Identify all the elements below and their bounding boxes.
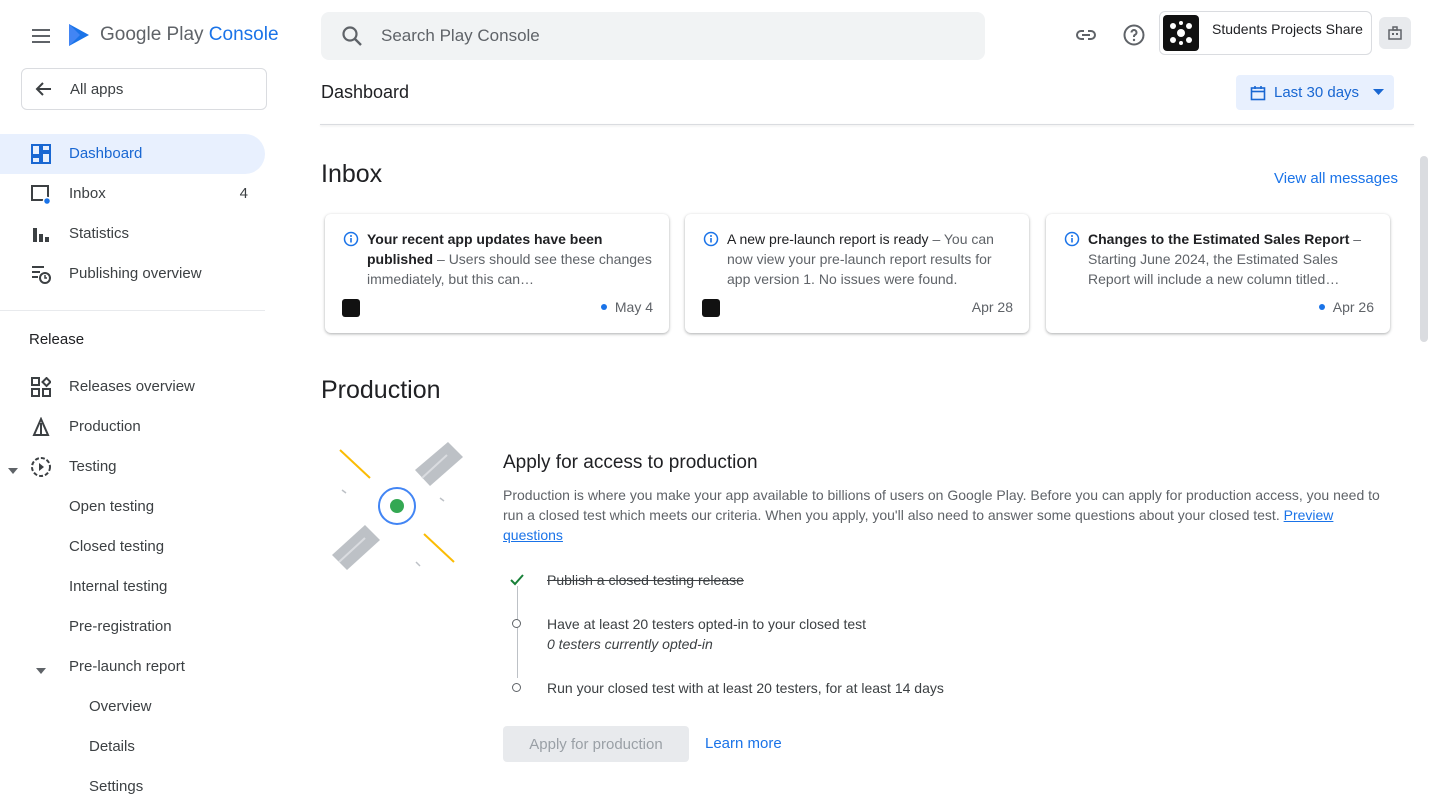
production-icon — [30, 416, 52, 438]
inbox-card[interactable]: Your recent app updates have been publis… — [325, 214, 669, 333]
sidebar-item-pre-registration[interactable]: Pre-registration — [0, 607, 265, 647]
view-all-messages-link[interactable]: View all messages — [1274, 170, 1398, 187]
date-range-label: Last 30 days — [1274, 84, 1360, 101]
sidebar-item-open-testing[interactable]: Open testing — [0, 487, 265, 527]
step-run-closed-test: Run your closed test with at least 20 te… — [547, 680, 944, 696]
bar-chart-icon — [30, 223, 52, 245]
header-divider — [320, 124, 1414, 125]
inbox-card[interactable]: Changes to the Estimated Sales Report – … — [1046, 214, 1390, 333]
info-icon — [343, 231, 359, 252]
sidebar-item-overview[interactable]: Overview — [0, 687, 265, 727]
sidebar-item-dashboard[interactable]: Dashboard — [0, 134, 265, 174]
account-name: Students Projects Share — [1212, 21, 1363, 37]
step-publish-closed-testing: Publish a closed testing release — [547, 572, 744, 588]
step-testers-opted-in: Have at least 20 testers opted-in to you… — [547, 616, 867, 632]
date-range-dropdown[interactable]: Last 30 days — [1236, 75, 1394, 110]
link-icon[interactable] — [1072, 21, 1100, 49]
sidebar-item-label: Overview — [89, 698, 152, 715]
search-bar[interactable] — [321, 12, 985, 60]
sidebar-item-label: Closed testing — [69, 538, 165, 555]
info-icon — [1064, 231, 1080, 252]
sidebar-section-release: Release — [29, 331, 85, 348]
caret-down-icon — [36, 663, 46, 680]
publishing-icon — [30, 263, 52, 285]
learn-more-link[interactable]: Learn more — [705, 735, 782, 752]
caret-down-icon — [1373, 89, 1385, 96]
app-icon — [702, 299, 720, 317]
all-apps-button[interactable]: All apps — [21, 68, 267, 110]
play-logo-icon — [69, 24, 89, 46]
developer-avatar — [1163, 15, 1199, 51]
sidebar-item-label: Details — [89, 738, 135, 755]
logo-console-text: Console — [208, 24, 279, 45]
sidebar-item-label: Publishing overview — [69, 265, 202, 282]
search-icon — [341, 25, 363, 47]
check-icon — [509, 572, 525, 593]
sidebar-item-details[interactable]: Details — [0, 727, 265, 767]
step-pending-icon — [512, 683, 521, 692]
step-testers-status: 0 testers currently opted-in — [547, 636, 713, 652]
arrow-back-icon — [34, 79, 54, 99]
page-title: Dashboard — [321, 82, 410, 102]
calendar-icon — [1250, 85, 1266, 101]
sidebar-item-label: Dashboard — [69, 145, 143, 162]
step-pending-icon — [512, 619, 521, 628]
play-console-logo[interactable]: Google Play Console — [66, 22, 279, 48]
production-heading: Apply for access to production — [503, 452, 758, 473]
unread-dot — [1318, 304, 1325, 310]
developer-account-icon[interactable] — [1379, 17, 1411, 49]
sidebar-item-label: Inbox — [69, 185, 106, 202]
sidebar-item-label: Statistics — [69, 225, 130, 242]
testing-icon — [30, 456, 52, 478]
sidebar-item-statistics[interactable]: Statistics — [0, 214, 265, 254]
account-switcher[interactable]: Students Projects Share — [1159, 11, 1372, 55]
sidebar-item-label: Settings — [89, 778, 144, 795]
sidebar-item-releases-overview[interactable]: Releases overview — [0, 367, 265, 407]
search-input[interactable] — [379, 25, 943, 47]
all-apps-label: All apps — [70, 80, 124, 98]
sidebar-item-label: Production — [69, 418, 141, 435]
sidebar-divider — [0, 310, 265, 311]
logo-google-text: Google Play — [100, 24, 204, 45]
sidebar-item-settings[interactable]: Settings — [0, 767, 265, 807]
releases-icon — [30, 376, 52, 398]
sidebar-item-publishing-overview[interactable]: Publishing overview — [0, 254, 265, 294]
message-date: Apr 28 — [971, 299, 1013, 315]
sidebar-item-testing[interactable]: Testing — [0, 447, 265, 487]
sidebar-item-closed-testing[interactable]: Closed testing — [0, 527, 265, 567]
unread-dot — [600, 304, 607, 310]
dashboard-icon — [30, 143, 52, 165]
sidebar-item-label: Pre-launch report — [69, 658, 185, 675]
scrollbar[interactable] — [1420, 156, 1428, 342]
app-icon — [342, 299, 360, 317]
help-icon[interactable] — [1120, 21, 1148, 49]
step-connector — [517, 586, 518, 678]
sidebar-item-production[interactable]: Production — [0, 407, 265, 447]
satellite-illustration — [330, 440, 466, 581]
sidebar-item-label: Testing — [69, 458, 117, 475]
inbox-count-badge: 4 — [239, 185, 248, 202]
apply-for-production-button[interactable]: Apply for production — [503, 726, 689, 762]
message-date: Apr 26 — [1332, 299, 1374, 315]
message-title: Changes to the Estimated Sales Report — [1088, 231, 1350, 247]
sidebar-item-label: Pre-registration — [69, 618, 172, 635]
message-date: May 4 — [614, 299, 653, 315]
inbox-icon — [30, 183, 52, 205]
main-menu-icon[interactable] — [28, 24, 54, 48]
caret-down-icon — [8, 463, 18, 480]
sidebar-item-inbox[interactable]: Inbox 4 — [0, 174, 265, 214]
sidebar-item-label: Open testing — [69, 498, 155, 515]
production-title: Production — [321, 376, 441, 404]
sidebar-item-label: Releases overview — [69, 378, 195, 395]
production-description-text: Production is where you make your app av… — [503, 487, 1380, 523]
message-title: A new pre-launch report is ready — [727, 231, 929, 247]
sidebar-item-label: Internal testing — [69, 578, 168, 595]
inbox-card[interactable]: A new pre-launch report is ready – You c… — [685, 214, 1029, 333]
production-description: Production is where you make your app av… — [503, 485, 1393, 545]
inbox-title: Inbox — [321, 160, 383, 188]
info-icon — [703, 231, 719, 252]
sidebar-item-pre-launch-report[interactable]: Pre-launch report — [0, 647, 265, 687]
sidebar-item-internal-testing[interactable]: Internal testing — [0, 567, 265, 607]
